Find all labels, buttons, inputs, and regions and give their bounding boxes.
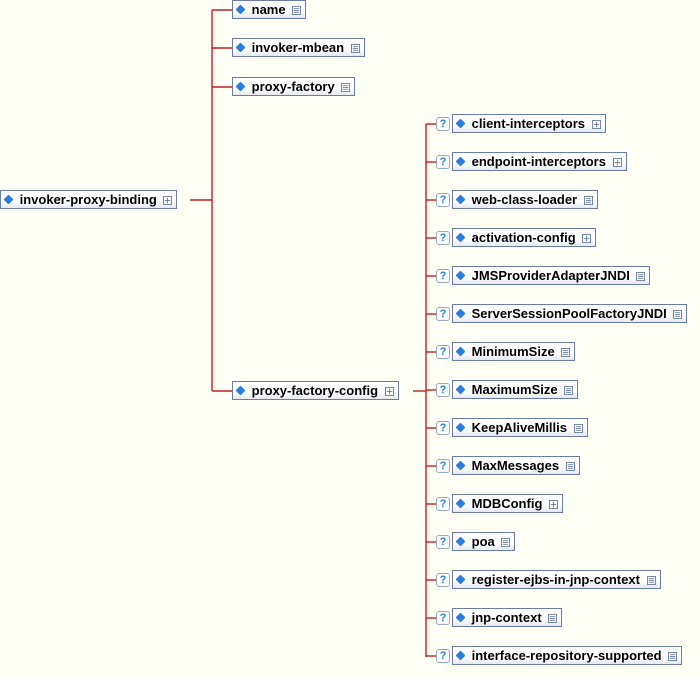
- optional-icon: [436, 269, 450, 283]
- optional-icon: [436, 535, 450, 549]
- label: name: [252, 2, 286, 17]
- node-jnp-context[interactable]: jnp-context: [452, 608, 562, 627]
- expand-icon: [582, 234, 591, 243]
- expand-icon: [385, 387, 394, 396]
- bullet-icon: [456, 499, 466, 509]
- text-icon: [561, 348, 570, 357]
- label: register-ejbs-in-jnp-context: [472, 572, 640, 587]
- label: KeepAliveMillis: [472, 420, 567, 435]
- node-interface-repository-supported[interactable]: interface-repository-supported: [452, 646, 682, 665]
- optional-icon: [436, 231, 450, 245]
- node-maximum-size[interactable]: MaximumSize: [452, 380, 578, 399]
- bullet-icon: [456, 309, 466, 319]
- bullet-icon: [236, 82, 246, 92]
- optional-icon: [436, 459, 450, 473]
- optional-icon: [436, 117, 450, 131]
- node-register-ejbs-in-jnp-context[interactable]: register-ejbs-in-jnp-context: [452, 570, 661, 589]
- text-icon: [584, 196, 593, 205]
- node-minimum-size[interactable]: MinimumSize: [452, 342, 575, 361]
- optional-icon: [436, 155, 450, 169]
- bullet-icon: [456, 119, 466, 129]
- node-jms-provider-adapter-jndi[interactable]: JMSProviderAdapterJNDI: [452, 266, 650, 285]
- node-invoker-proxy-binding[interactable]: invoker-proxy-binding: [0, 190, 177, 209]
- bullet-icon: [236, 5, 246, 15]
- label: proxy-factory-config: [252, 383, 378, 398]
- optional-icon: [436, 383, 450, 397]
- optional-icon: [436, 307, 450, 321]
- bullet-icon: [456, 613, 466, 623]
- node-invoker-mbean[interactable]: invoker-mbean: [232, 38, 365, 57]
- text-icon: [564, 386, 573, 395]
- node-poa[interactable]: poa: [452, 532, 515, 551]
- node-proxy-factory[interactable]: proxy-factory: [232, 77, 355, 96]
- bullet-icon: [456, 233, 466, 243]
- expand-icon: [592, 120, 601, 129]
- bullet-icon: [4, 195, 14, 205]
- node-keep-alive-millis[interactable]: KeepAliveMillis: [452, 418, 588, 437]
- bullet-icon: [456, 347, 466, 357]
- bullet-icon: [456, 575, 466, 585]
- label: ServerSessionPoolFactoryJNDI: [472, 306, 667, 321]
- text-icon: [292, 6, 301, 15]
- node-endpoint-interceptors[interactable]: endpoint-interceptors: [452, 152, 627, 171]
- node-web-class-loader[interactable]: web-class-loader: [452, 190, 598, 209]
- label: proxy-factory: [252, 79, 335, 94]
- bullet-icon: [456, 651, 466, 661]
- label: jnp-context: [472, 610, 542, 625]
- bullet-icon: [456, 537, 466, 547]
- label: MDBConfig: [472, 496, 543, 511]
- label: web-class-loader: [472, 192, 578, 207]
- text-icon: [501, 538, 510, 547]
- label: poa: [472, 534, 495, 549]
- optional-icon: [436, 611, 450, 625]
- expand-icon: [163, 196, 172, 205]
- optional-icon: [436, 573, 450, 587]
- text-icon: [351, 44, 360, 53]
- node-activation-config[interactable]: activation-config: [452, 228, 596, 247]
- text-icon: [636, 272, 645, 281]
- label: MaximumSize: [472, 382, 558, 397]
- text-icon: [673, 310, 682, 319]
- optional-icon: [436, 345, 450, 359]
- text-icon: [566, 462, 575, 471]
- label: client-interceptors: [472, 116, 585, 131]
- node-client-interceptors[interactable]: client-interceptors: [452, 114, 606, 133]
- label: endpoint-interceptors: [472, 154, 606, 169]
- label: MinimumSize: [472, 344, 555, 359]
- optional-icon: [436, 421, 450, 435]
- text-icon: [574, 424, 583, 433]
- text-icon: [548, 614, 557, 623]
- node-name[interactable]: name: [232, 0, 306, 19]
- node-max-messages[interactable]: MaxMessages: [452, 456, 580, 475]
- optional-icon: [436, 193, 450, 207]
- node-server-session-pool-factory-jndi[interactable]: ServerSessionPoolFactoryJNDI: [452, 304, 687, 323]
- expand-icon: [613, 158, 622, 167]
- bullet-icon: [236, 386, 246, 396]
- expand-icon: [549, 500, 558, 509]
- bullet-icon: [456, 423, 466, 433]
- label: activation-config: [472, 230, 576, 245]
- bullet-icon: [456, 157, 466, 167]
- label: invoker-mbean: [252, 40, 344, 55]
- text-icon: [668, 652, 677, 661]
- text-icon: [341, 83, 350, 92]
- optional-icon: [436, 649, 450, 663]
- label: invoker-proxy-binding: [20, 192, 157, 207]
- bullet-icon: [456, 195, 466, 205]
- bullet-icon: [456, 271, 466, 281]
- bullet-icon: [456, 461, 466, 471]
- text-icon: [647, 576, 656, 585]
- bullet-icon: [236, 43, 246, 53]
- label: interface-repository-supported: [472, 648, 662, 663]
- optional-icon: [436, 497, 450, 511]
- node-proxy-factory-config[interactable]: proxy-factory-config: [232, 381, 399, 400]
- bullet-icon: [456, 385, 466, 395]
- label: JMSProviderAdapterJNDI: [472, 268, 630, 283]
- node-mdb-config[interactable]: MDBConfig: [452, 494, 563, 513]
- schema-diagram: invoker-proxy-binding name invoker-mbean…: [0, 0, 700, 677]
- label: MaxMessages: [472, 458, 559, 473]
